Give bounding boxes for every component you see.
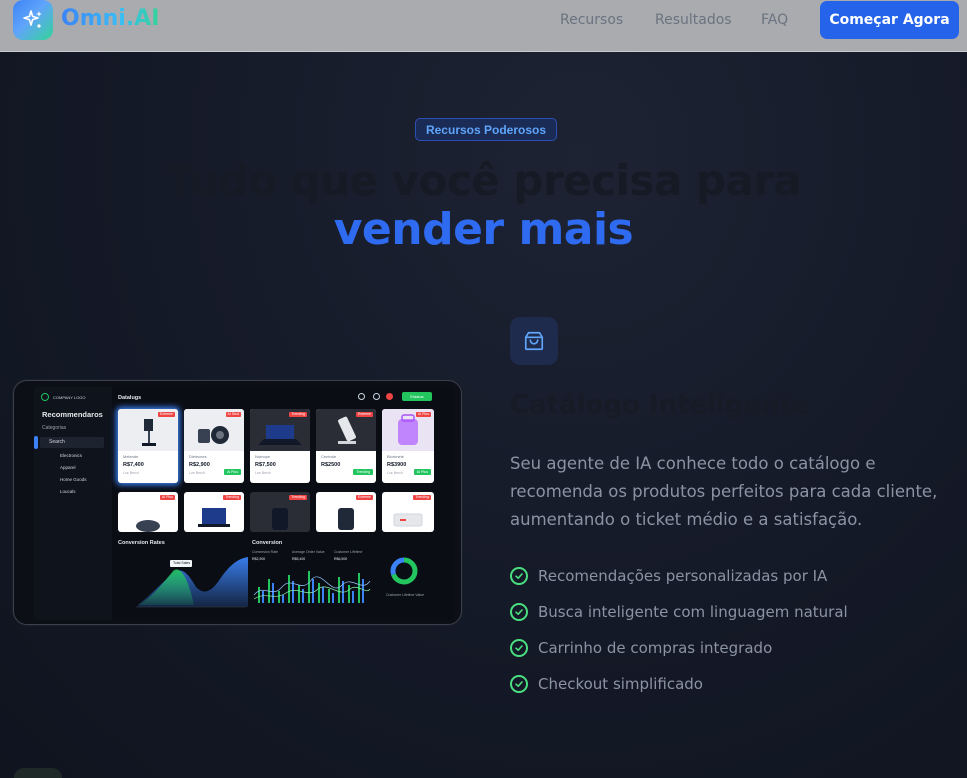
mock-product-tag: Trending (223, 495, 241, 500)
logo-icon[interactable] (13, 0, 53, 40)
mock-avatar (386, 393, 393, 400)
mock-product-tag: AI Plus (159, 495, 175, 500)
mock-product-sub: Lue Berch (189, 471, 205, 475)
mock-product-name: Centrole (321, 454, 337, 459)
mock-notification-icon (358, 393, 365, 400)
mock-product-price: R$3900 (387, 462, 407, 468)
bar-chart-graphic (253, 571, 371, 603)
mock-product-sub: Lue Berch (123, 471, 139, 475)
feature-list: Recomendações personalizadas por IA Busc… (510, 558, 848, 702)
mock-sidebar-title: Recommendaros (42, 410, 103, 419)
mock-product-card: Extreme Centrole R$2500 Trending (316, 409, 376, 483)
nav-link-faq[interactable]: FAQ (761, 12, 788, 28)
donut-chart-graphic (390, 557, 418, 585)
mock-product-name: Blorirnele (387, 454, 404, 459)
list-item: Recomendações personalizadas por IA (510, 558, 848, 594)
section-badge: Recursos Poderosos (415, 118, 557, 141)
mock-sidebar-sub-4: Loucals (60, 489, 76, 494)
mock-product-sub: Lue Berch (255, 471, 271, 475)
mock-chart2-value-2: R$5,400 (292, 557, 306, 561)
sparkle-icon (23, 10, 42, 28)
mock-sidebar-categorias: Categorias (42, 425, 67, 431)
mock-product-card-row2: AI Plus (118, 492, 178, 532)
dashboard-mockup: COMPANY LOGO Recommendaros Categorias Se… (13, 380, 462, 625)
mock-company-logo: COMPANY LOGO (41, 393, 86, 401)
mock-top-label: Datalugs (118, 395, 142, 401)
check-circle-icon (510, 675, 528, 693)
mock-sidebar-sub-3: Home Goods (60, 477, 87, 482)
mock-product-tag: Trending (289, 495, 307, 500)
list-item: Carrinho de compras integrado (510, 630, 848, 666)
mock-product-name: Dielecnes (189, 454, 207, 459)
dashboard-screen: COMPANY LOGO Recommendaros Categorias Se… (34, 387, 454, 620)
mock-product-tag: Extreme (355, 495, 373, 500)
check-circle-icon (510, 639, 528, 657)
mock-chart2-value-1: R$2,900 (252, 557, 266, 561)
mock-donut-label: Customer Lifetime Value (386, 593, 425, 597)
mock-product-card-row2: Trending (250, 492, 310, 532)
mock-product-tag: Trending (289, 412, 307, 417)
check-circle-icon (510, 567, 528, 585)
mock-search-field: Search (40, 437, 104, 448)
mock-cart-icon (373, 393, 380, 400)
top-navbar: Omni.AI Recursos Resultados FAQ Começar … (0, 0, 967, 52)
mock-chart1-tooltip: Total Sales (173, 561, 191, 565)
mock-sidebar-sub-2: Apparel (60, 465, 76, 470)
mock-product-tag: Trending (413, 495, 431, 500)
mock-product-card: AI Plus Blorirnele R$3900 Lue Berch AI P… (382, 409, 434, 483)
mock-product-button: AI Plus (413, 469, 431, 475)
mock-product-tag: Extreme (157, 412, 175, 417)
feature-title: Catálogo Inteligente (510, 390, 810, 420)
list-item-label: Checkout simplificado (538, 675, 703, 693)
mock-company-text: COMPANY LOGO (53, 394, 86, 400)
check-circle-icon (510, 603, 528, 621)
list-item-label: Recomendações personalizadas por IA (538, 567, 828, 585)
feature-description: Seu agente de IA conhece todo o catálogo… (510, 454, 938, 529)
mock-product-card-row2: Trending (382, 492, 434, 532)
brand-name[interactable]: Omni.AI (61, 6, 159, 31)
mock-product-name: Melende (123, 454, 139, 459)
list-item-label: Carrinho de compras integrado (538, 639, 773, 657)
mock-product-card: Extreme Melende R$7,400 Lue Berch (118, 409, 178, 483)
mock-product-card-row2: Extreme (316, 492, 376, 532)
mock-product-card: AI Stud Dielecnes R$2,900 Lue Berch Ai P… (184, 409, 244, 483)
mock-status-button: Estatus (402, 392, 432, 401)
mock-product-button: Trending (353, 469, 373, 475)
mock-chart2-title: Conversion (252, 540, 283, 546)
area-chart-graphic (136, 557, 248, 608)
mock-product-name: Notnope (255, 454, 271, 459)
list-item-label: Busca inteligente com linguagem natural (538, 603, 848, 621)
mock-chart2-legend-3: Customer Lifetime (334, 550, 363, 554)
list-item: Busca inteligente com linguagem natural (510, 594, 848, 630)
mock-logo-icon (41, 393, 49, 401)
mock-sidebar: COMPANY LOGO Recommendaros Categorias Se… (34, 387, 112, 620)
mock-product-price: R$7,500 (255, 462, 276, 468)
start-now-button[interactable]: Começar Agora (820, 1, 959, 39)
mock-product-price: R$7,400 (123, 462, 144, 468)
mock-chart2-legend-2: Average Order Value (292, 550, 325, 554)
mock-product-tag: AI Stud (225, 412, 241, 417)
mock-product-button: Ai Plus (224, 469, 241, 475)
section-title-line2: vender mais (333, 204, 634, 255)
mock-product-sub: Lue Berch (387, 471, 403, 475)
mock-active-indicator (34, 436, 38, 449)
nav-link-recursos[interactable]: Recursos (560, 12, 623, 28)
next-feature-icon-box (14, 768, 62, 778)
mock-product-card-row2: Trending (184, 492, 244, 532)
mock-product-tag: AI Plus (415, 412, 431, 417)
list-item: Checkout simplificado (510, 666, 848, 702)
mock-product-price: R$2500 (321, 462, 341, 468)
mock-product-tag: Extreme (355, 412, 373, 417)
mock-sidebar-sub-1: Electronics (60, 453, 83, 458)
nav-link-resultados[interactable]: Resultados (655, 12, 732, 28)
mock-chart1-title: Conversion Rates (118, 540, 165, 546)
feature-icon-box (510, 317, 558, 365)
mock-chart2-legend-1: Conversion Rate (252, 550, 279, 554)
mock-chart2-value-3: R$6,500 (334, 557, 348, 561)
mock-product-card: Trending Notnope R$7,500 Lue Berch (250, 409, 310, 483)
shopping-bag-icon (524, 331, 544, 351)
mock-product-price: R$2,900 (189, 462, 210, 468)
section-title-line1: Tudo que você precisa para (165, 156, 802, 205)
